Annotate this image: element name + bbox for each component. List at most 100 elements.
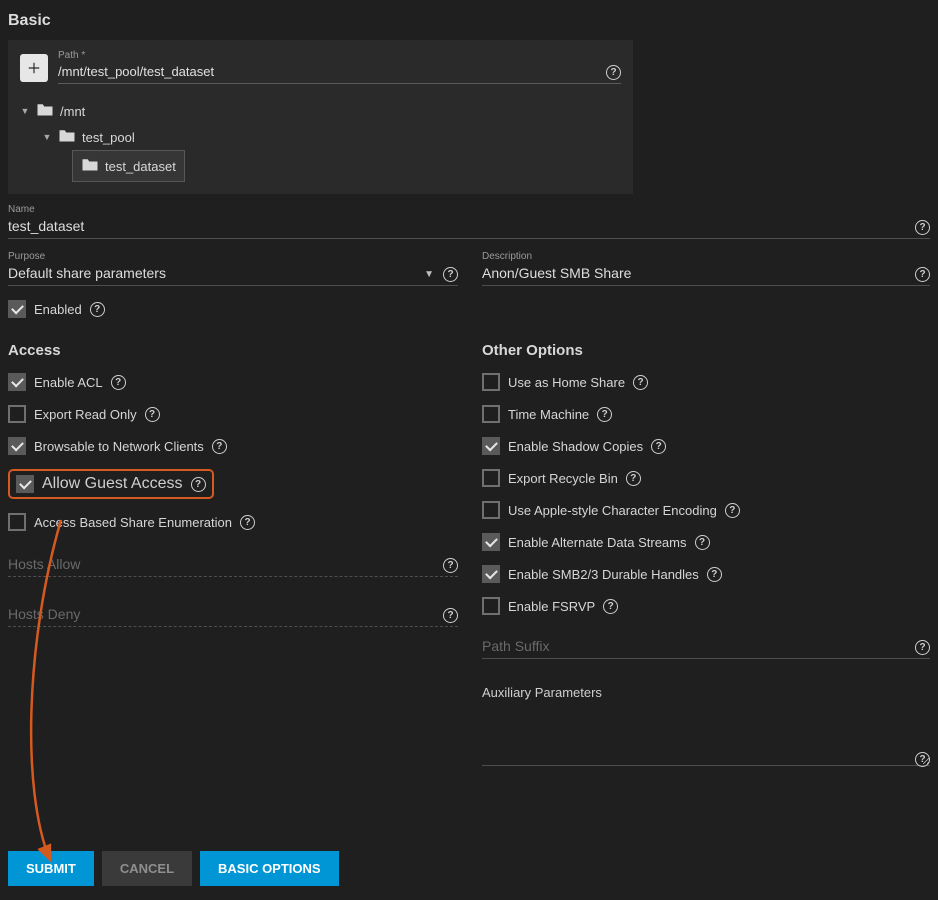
home-share-checkbox[interactable]: Use as Home Share ? bbox=[482, 373, 930, 391]
chevron-down-icon: ▼ bbox=[424, 269, 434, 280]
checkbox-icon bbox=[482, 405, 500, 423]
chevron-down-icon: ▼ bbox=[20, 106, 30, 116]
help-icon[interactable]: ? bbox=[651, 439, 666, 454]
checkbox-label: Export Recycle Bin bbox=[508, 471, 618, 486]
tree-label: /mnt bbox=[60, 104, 85, 119]
checkbox-label: Browsable to Network Clients bbox=[34, 439, 204, 454]
aux-params-textarea[interactable] bbox=[482, 728, 930, 766]
chevron-down-icon: ▼ bbox=[42, 132, 52, 142]
checkbox-icon bbox=[482, 501, 500, 519]
path-add-button[interactable] bbox=[20, 54, 48, 82]
checkbox-label: Enable ACL bbox=[34, 375, 103, 390]
help-icon[interactable]: ? bbox=[191, 477, 206, 492]
shadow-copies-checkbox[interactable]: Enable Shadow Copies ? bbox=[482, 437, 930, 455]
help-icon[interactable]: ? bbox=[725, 503, 740, 518]
section-title-other: Other Options bbox=[482, 342, 930, 359]
tree-node-leaf[interactable]: test_dataset bbox=[72, 150, 185, 182]
apple-encoding-checkbox[interactable]: Use Apple-style Character Encoding ? bbox=[482, 501, 930, 519]
checkbox-icon bbox=[482, 469, 500, 487]
allow-guest-access-highlighted[interactable]: Allow Guest Access ? bbox=[8, 469, 214, 499]
help-icon[interactable]: ? bbox=[603, 599, 618, 614]
checkbox-label: Allow Guest Access bbox=[42, 475, 183, 493]
path-tree: ▼ /mnt ▼ test_pool test_dataset bbox=[20, 98, 621, 182]
button-bar: SUBMIT CANCEL BASIC OPTIONS bbox=[8, 851, 339, 886]
checkbox-icon bbox=[482, 565, 500, 583]
enabled-label: Enabled bbox=[34, 302, 82, 317]
durable-handles-checkbox[interactable]: Enable SMB2/3 Durable Handles ? bbox=[482, 565, 930, 583]
help-icon[interactable]: ? bbox=[240, 515, 255, 530]
tree-node-root[interactable]: ▼ /mnt bbox=[20, 98, 621, 124]
time-machine-checkbox[interactable]: Time Machine ? bbox=[482, 405, 930, 423]
description-label: Description bbox=[482, 251, 930, 262]
help-icon[interactable]: ? bbox=[633, 375, 648, 390]
export-read-only-checkbox[interactable]: Export Read Only ? bbox=[8, 405, 458, 423]
checkbox-icon bbox=[482, 437, 500, 455]
folder-icon bbox=[36, 102, 54, 120]
tree-node-child[interactable]: ▼ test_pool bbox=[20, 124, 621, 150]
checkbox-icon bbox=[16, 475, 34, 493]
checkbox-icon bbox=[482, 597, 500, 615]
abse-checkbox[interactable]: Access Based Share Enumeration ? bbox=[8, 513, 458, 531]
folder-icon bbox=[58, 128, 76, 146]
help-icon[interactable]: ? bbox=[915, 220, 930, 235]
ads-checkbox[interactable]: Enable Alternate Data Streams ? bbox=[482, 533, 930, 551]
checkbox-label: Enable Shadow Copies bbox=[508, 439, 643, 454]
purpose-label: Purpose bbox=[8, 251, 458, 262]
checkbox-label: Export Read Only bbox=[34, 407, 137, 422]
enabled-checkbox-row[interactable]: Enabled ? bbox=[8, 300, 930, 318]
name-label: Name bbox=[8, 204, 930, 215]
checkbox-icon bbox=[8, 513, 26, 531]
checkbox-icon bbox=[8, 405, 26, 423]
checkbox-icon bbox=[8, 437, 26, 455]
fsrvp-checkbox[interactable]: Enable FSRVP ? bbox=[482, 597, 930, 615]
path-suffix-input[interactable] bbox=[482, 635, 930, 659]
help-icon[interactable]: ? bbox=[145, 407, 160, 422]
enable-acl-checkbox[interactable]: Enable ACL ? bbox=[8, 373, 458, 391]
checkbox-label: Enable SMB2/3 Durable Handles bbox=[508, 567, 699, 582]
checkbox-icon bbox=[482, 373, 500, 391]
checkbox-label: Use Apple-style Character Encoding bbox=[508, 503, 717, 518]
help-icon[interactable]: ? bbox=[915, 267, 930, 282]
help-icon[interactable]: ? bbox=[626, 471, 641, 486]
checkbox-label: Enable FSRVP bbox=[508, 599, 595, 614]
help-icon[interactable]: ? bbox=[443, 558, 458, 573]
checkbox-label: Enable Alternate Data Streams bbox=[508, 535, 687, 550]
purpose-select[interactable] bbox=[8, 262, 458, 286]
tree-label: test_pool bbox=[82, 130, 135, 145]
help-icon[interactable]: ? bbox=[915, 752, 930, 767]
section-title-basic: Basic bbox=[0, 0, 938, 36]
hosts-deny-input[interactable] bbox=[8, 603, 458, 627]
name-input[interactable] bbox=[8, 215, 930, 239]
aux-params-label: Auxiliary Parameters bbox=[482, 685, 930, 700]
help-icon[interactable]: ? bbox=[695, 535, 710, 550]
help-icon[interactable]: ? bbox=[606, 65, 621, 80]
section-title-access: Access bbox=[8, 342, 458, 359]
checkbox-icon bbox=[8, 373, 26, 391]
browsable-checkbox[interactable]: Browsable to Network Clients ? bbox=[8, 437, 458, 455]
path-panel: Path * ? ▼ /mnt ▼ test_pool test_dataset bbox=[8, 40, 633, 194]
help-icon[interactable]: ? bbox=[707, 567, 722, 582]
plus-icon bbox=[27, 61, 41, 75]
hosts-allow-input[interactable] bbox=[8, 553, 458, 577]
checkbox-label: Time Machine bbox=[508, 407, 589, 422]
help-icon[interactable]: ? bbox=[212, 439, 227, 454]
help-icon[interactable]: ? bbox=[443, 608, 458, 623]
checkbox-label: Access Based Share Enumeration bbox=[34, 515, 232, 530]
help-icon[interactable]: ? bbox=[915, 640, 930, 655]
checkbox-icon bbox=[8, 300, 26, 318]
help-icon[interactable]: ? bbox=[90, 302, 105, 317]
submit-button[interactable]: SUBMIT bbox=[8, 851, 94, 886]
help-icon[interactable]: ? bbox=[597, 407, 612, 422]
description-input[interactable] bbox=[482, 262, 930, 286]
cancel-button[interactable]: CANCEL bbox=[102, 851, 192, 886]
folder-icon bbox=[81, 157, 99, 175]
checkbox-label: Use as Home Share bbox=[508, 375, 625, 390]
tree-label: test_dataset bbox=[105, 159, 176, 174]
help-icon[interactable]: ? bbox=[111, 375, 126, 390]
help-icon[interactable]: ? bbox=[443, 267, 458, 282]
path-label: Path * bbox=[58, 50, 621, 61]
recycle-bin-checkbox[interactable]: Export Recycle Bin ? bbox=[482, 469, 930, 487]
basic-options-button[interactable]: BASIC OPTIONS bbox=[200, 851, 339, 886]
checkbox-icon bbox=[482, 533, 500, 551]
path-input[interactable] bbox=[58, 61, 621, 84]
